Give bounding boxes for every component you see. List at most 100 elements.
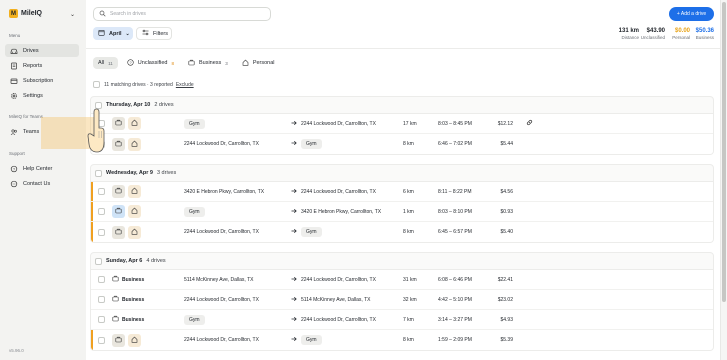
tab-all[interactable]: All 11 <box>93 57 118 69</box>
arrow-right-icon <box>291 276 297 284</box>
address-text: 2244 Lockwood Dr, Carrollton, TX <box>184 296 259 303</box>
drive-row[interactable]: 2244 Lockwood Dr, Carrollton, TX Gym 8 km 6… <box>91 134 713 154</box>
day-drive-count: 2 drives <box>154 102 174 108</box>
classify-controls <box>112 185 144 198</box>
sidebar-item-help-center[interactable]: ? Help Center <box>5 162 79 175</box>
drive-row[interactable]: Business 5114 McKinney Ave, Dallas, TX 224… <box>91 270 713 290</box>
svg-text:?: ? <box>13 166 16 171</box>
drive-end-location: 2244 Lockwood Dr, Carrollton, TX <box>301 121 376 127</box>
drive-distance: 8 km <box>403 229 414 235</box>
drive-row[interactable]: 2244 Lockwood Dr, Carrollton, TX Gym 8 km 1… <box>91 330 713 350</box>
scrollbar[interactable] <box>720 0 727 360</box>
drive-row[interactable]: Gym 2244 Lockwood Dr, Carrollton, TX 17 km… <box>91 114 713 134</box>
drive-value: $23.02 <box>497 296 513 303</box>
classify-personal-button[interactable] <box>128 333 141 347</box>
drive-checkbox[interactable] <box>98 296 105 303</box>
report-icon <box>10 62 18 70</box>
drive-row[interactable]: 3420 E Hebron Pkwy, Carrollton, TX 2244 L… <box>91 182 713 202</box>
classify-controls: Business <box>112 275 144 284</box>
sidebar-item-contact-us[interactable]: Contact Us <box>5 177 79 190</box>
link-icon[interactable] <box>526 119 533 128</box>
drive-value: $4.56 <box>500 188 513 195</box>
select-all-checkbox[interactable] <box>93 81 100 88</box>
tab-unclassified[interactable]: ? Unclassified 8 <box>122 57 179 69</box>
address-text: 5114 McKinney Ave, Dallas, TX <box>301 296 371 303</box>
tab-label: Unclassified <box>137 60 168 66</box>
classify-personal-button[interactable] <box>128 185 141 198</box>
logo-mark-icon: M <box>9 9 18 18</box>
drive-time: 3:14 – 3:27 PM <box>438 316 472 323</box>
home-icon <box>242 59 249 68</box>
tab-business[interactable]: Business 3 <box>183 57 233 69</box>
classify-controls <box>112 137 144 151</box>
classify-personal-button[interactable] <box>128 137 141 151</box>
address-text: 3420 E Hebron Pkwy, Carrollton, TX <box>184 188 265 195</box>
stat-value: $0.00 <box>674 28 690 34</box>
tab-count: 8 <box>171 60 174 66</box>
drive-checkbox[interactable] <box>98 336 105 344</box>
drive-row[interactable]: 2244 Lockwood Dr, Carrollton, TX Gym 8 km 6… <box>91 222 713 242</box>
drive-row[interactable]: Business 2244 Lockwood Dr, Carrollton, TX… <box>91 290 713 310</box>
address-text: 2244 Lockwood Dr, Carrollton, TX <box>301 120 376 127</box>
named-location-chip: Gym <box>301 139 322 149</box>
drive-checkbox[interactable] <box>98 228 105 236</box>
drive-end-location: Gym <box>301 139 322 149</box>
drive-row[interactable]: Business Gym 2244 Lockwood Dr, Carrollton,… <box>91 310 713 330</box>
classify-business-button[interactable] <box>112 137 125 151</box>
drive-row[interactable]: Gym 3420 E Hebron Pkwy, Carrollton, TX 1 k… <box>91 202 713 222</box>
drive-distance: 8 km <box>403 141 414 147</box>
stat-value: 131 km <box>618 28 639 34</box>
app-name: MileIQ <box>21 10 43 17</box>
add-drive-button[interactable]: + Add a drive <box>669 7 714 21</box>
day-group: Sunday, Apr 64 drives Business 5114 McKinn… <box>90 252 714 351</box>
day-select-checkbox[interactable] <box>95 257 102 265</box>
briefcase-icon <box>115 207 122 216</box>
exclude-link[interactable]: Exclude <box>176 82 194 88</box>
drive-checkbox[interactable] <box>98 188 105 195</box>
drive-time: 8:11 – 8:22 PM <box>438 188 472 195</box>
home-icon <box>131 119 138 128</box>
drive-time: 6:46 – 7:02 PM <box>438 141 472 147</box>
app-logo[interactable]: M MileIQ <box>9 9 42 18</box>
search-box[interactable] <box>93 7 271 21</box>
sidebar-item-settings[interactable]: Settings <box>5 89 79 102</box>
named-location-chip: Gym <box>184 314 205 325</box>
month-selector[interactable]: April ⌄ <box>93 27 133 40</box>
drive-checkbox[interactable] <box>98 316 105 323</box>
classify-personal-button[interactable] <box>128 117 141 130</box>
drive-start-location: 5114 McKinney Ave, Dallas, TX <box>184 277 253 283</box>
search-input[interactable] <box>110 11 260 17</box>
tab-personal[interactable]: Personal <box>237 57 280 69</box>
classify-personal-button[interactable] <box>128 205 141 218</box>
day-select-checkbox[interactable] <box>95 169 102 177</box>
drive-checkbox[interactable] <box>98 276 105 283</box>
chevron-down-icon[interactable]: ⌄ <box>70 11 75 18</box>
sidebar-item-subscription[interactable]: Subscription <box>5 74 79 87</box>
classify-business-button[interactable] <box>112 117 125 130</box>
stat-unclassified: $43.90 Unclassified <box>641 28 665 40</box>
briefcase-icon <box>112 275 119 284</box>
home-icon <box>131 187 138 196</box>
sidebar-item-drives[interactable]: Drives <box>5 44 79 57</box>
filters-button[interactable]: Filters <box>136 27 172 40</box>
classify-business-button[interactable] <box>112 225 125 239</box>
arrow-right-icon <box>291 228 297 236</box>
help-icon: ? <box>10 165 18 173</box>
classify-business-button[interactable] <box>112 185 125 198</box>
drive-checkbox[interactable] <box>98 208 105 215</box>
stat-value: $43.90 <box>646 28 665 34</box>
drive-value: $4.93 <box>500 316 513 323</box>
selection-summary: 11 matching drives · 3 reported Exclude <box>93 81 194 88</box>
sidebar-item-reports[interactable]: Reports <box>5 59 79 72</box>
drive-start-location: 2244 Lockwood Dr, Carrollton, TX <box>184 141 259 147</box>
classify-business-button[interactable] <box>112 205 125 218</box>
named-location-chip: Gym <box>301 335 322 345</box>
search-icon <box>99 10 106 19</box>
classify-business-button[interactable] <box>112 333 125 347</box>
drive-end-location: 2244 Lockwood Dr, Carrollton, TX <box>301 277 376 283</box>
classify-controls <box>112 225 144 239</box>
scrollbar-thumb[interactable] <box>722 2 726 302</box>
drive-distance: 17 km <box>403 120 417 127</box>
classify-personal-button[interactable] <box>128 225 141 239</box>
people-icon <box>10 128 18 136</box>
